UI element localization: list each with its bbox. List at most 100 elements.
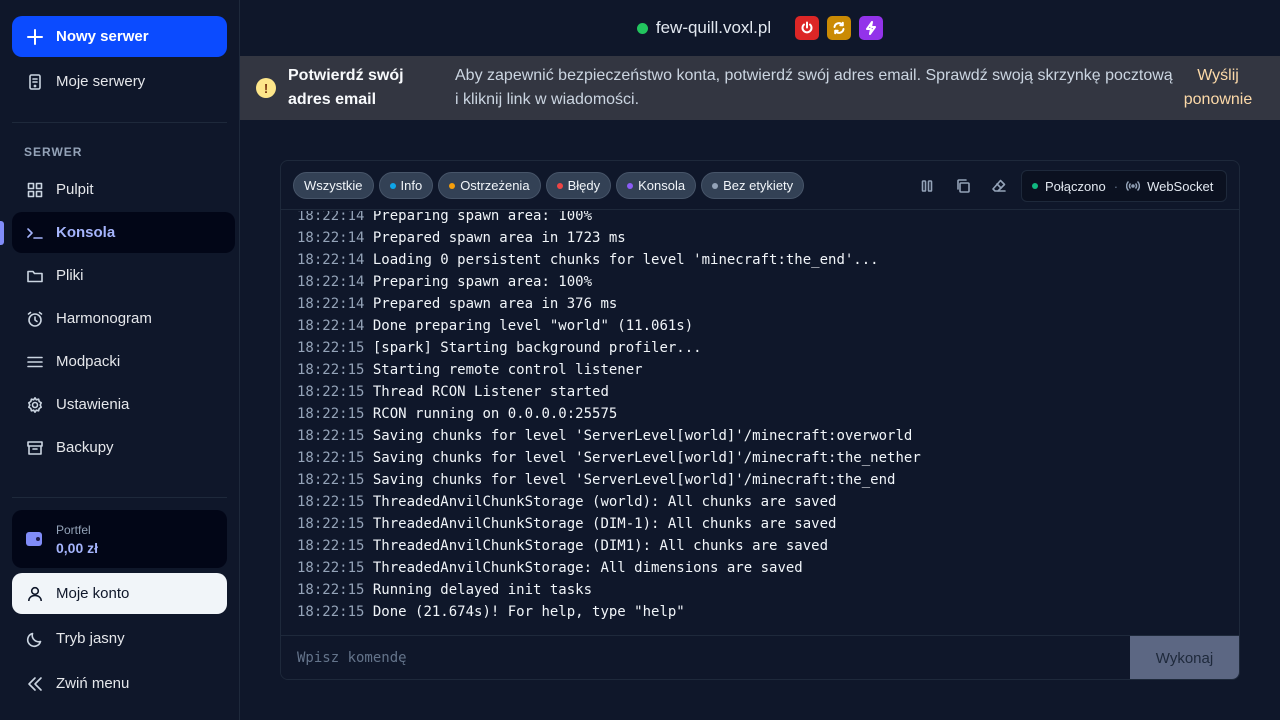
sidebar-item-ustawienia[interactable]: Ustawienia bbox=[12, 384, 235, 425]
log-timestamp: 18:22:15 bbox=[297, 384, 365, 400]
plus-icon bbox=[26, 28, 44, 46]
log-timestamp: 18:22:15 bbox=[297, 494, 365, 510]
sidebar-item-harmonogram[interactable]: Harmonogram bbox=[12, 298, 235, 339]
sidebar-item-label: Harmonogram bbox=[56, 310, 152, 327]
kill-button[interactable] bbox=[859, 16, 884, 40]
log-message: Thread RCON Listener started bbox=[372, 384, 609, 400]
log-line: 18:22:15 ThreadedAnvilChunkStorage: All … bbox=[297, 557, 921, 579]
terminal-icon bbox=[26, 224, 44, 242]
log-message: Done (21.674s)! For help, type "help" bbox=[372, 604, 685, 620]
connection-status: Połączono · WebSocket bbox=[1021, 170, 1227, 202]
log-message: Preparing spawn area: 100% bbox=[372, 211, 593, 224]
log-line: 18:22:15 ThreadedAnvilChunkStorage (worl… bbox=[297, 491, 921, 513]
log-timestamp: 18:22:15 bbox=[297, 362, 365, 378]
log-line: 18:22:15 Running delayed init tasks bbox=[297, 579, 921, 601]
archive-icon bbox=[26, 439, 44, 457]
log-message: Prepared spawn area in 376 ms bbox=[372, 296, 618, 312]
log-timestamp: 18:22:14 bbox=[297, 230, 365, 246]
sidebar-item-modpacki[interactable]: Modpacki bbox=[12, 341, 235, 382]
log-timestamp: 18:22:15 bbox=[297, 428, 365, 444]
sidebar-divider bbox=[12, 497, 227, 498]
log-line: 18:22:14 Loading 0 persistent chunks for… bbox=[297, 249, 921, 271]
log-line: 18:22:14 Done preparing level "world" (1… bbox=[297, 315, 921, 337]
power-button[interactable] bbox=[795, 16, 820, 40]
sidebar-item-backupy[interactable]: Backupy bbox=[12, 427, 235, 468]
copy-button[interactable] bbox=[953, 176, 973, 196]
my-servers-label: Moje serwery bbox=[56, 73, 146, 90]
my-servers-link[interactable]: Moje serwery bbox=[12, 61, 235, 102]
log-message: Prepared spawn area in 1723 ms bbox=[372, 230, 626, 246]
log-message: ThreadedAnvilChunkStorage (world): All c… bbox=[372, 494, 837, 510]
filter-label: Błędy bbox=[567, 178, 601, 193]
log-line: 18:22:15 RCON running on 0.0.0.0:25575 bbox=[297, 403, 921, 425]
list-icon bbox=[26, 353, 44, 371]
wallet-balance: 0,00 zł bbox=[56, 539, 99, 556]
sidebar-item-pulpit[interactable]: Pulpit bbox=[12, 169, 235, 210]
log-message: ThreadedAnvilChunkStorage (DIM-1): All c… bbox=[372, 516, 837, 532]
execute-button[interactable]: Wykonaj bbox=[1130, 636, 1239, 679]
log-timestamp: 18:22:15 bbox=[297, 340, 365, 356]
log-line: 18:22:15 Saving chunks for level 'Server… bbox=[297, 469, 921, 491]
refresh-icon bbox=[833, 21, 845, 35]
double-chevron-left-icon bbox=[26, 675, 44, 693]
email-verification-banner: ! Potwierdź swój adres email Aby zapewni… bbox=[240, 56, 1280, 120]
main-content: few-quill.voxl.pl ! Potwierdź swój adres… bbox=[240, 0, 1280, 720]
log-line: 18:22:15 ThreadedAnvilChunkStorage (DIM-… bbox=[297, 513, 921, 535]
filter-chip[interactable]: Wszystkie bbox=[293, 172, 374, 199]
sidebar-item-label: Pliki bbox=[56, 267, 84, 284]
filter-chip[interactable]: Błędy bbox=[545, 172, 612, 199]
log-line: 18:22:15 Saving chunks for level 'Server… bbox=[297, 447, 921, 469]
log-line: 18:22:14 Prepared spawn area in 376 ms bbox=[297, 293, 921, 315]
sidebar-item-label: Modpacki bbox=[56, 353, 121, 370]
section-label: SERWER bbox=[24, 145, 83, 159]
my-account-button[interactable]: Moje konto bbox=[12, 573, 227, 614]
sidebar-divider bbox=[12, 122, 227, 123]
console-log[interactable]: 18:22:14 Preparing spawn area: 100% 18:22… bbox=[281, 211, 1239, 635]
server-name: few-quill.voxl.pl bbox=[655, 18, 772, 37]
filter-label: Bez etykiety bbox=[723, 178, 794, 193]
restart-button[interactable] bbox=[827, 16, 852, 40]
log-message: Done preparing level "world" (11.061s) bbox=[372, 318, 694, 334]
log-message: RCON running on 0.0.0.0:25575 bbox=[372, 406, 618, 422]
pause-button[interactable] bbox=[917, 176, 937, 196]
warning-icon: ! bbox=[256, 78, 276, 98]
log-message: Saving chunks for level 'ServerLevel[wor… bbox=[372, 428, 913, 444]
broadcast-icon bbox=[1126, 180, 1141, 192]
theme-toggle-button[interactable]: Tryb jasny bbox=[12, 618, 235, 659]
collapse-menu-button[interactable]: Zwiń menu bbox=[12, 663, 235, 704]
log-message: Saving chunks for level 'ServerLevel[wor… bbox=[372, 450, 921, 466]
filter-dot bbox=[712, 182, 719, 189]
command-input[interactable] bbox=[281, 636, 1130, 679]
log-line: 18:22:15 [spark] Starting background pro… bbox=[297, 337, 921, 359]
filter-dot bbox=[627, 182, 634, 189]
sidebar-item-label: Pulpit bbox=[56, 181, 94, 198]
filter-chip[interactable]: Info bbox=[378, 172, 434, 199]
log-timestamp: 18:22:14 bbox=[297, 211, 365, 224]
log-message: [spark] Starting background profiler... bbox=[372, 340, 702, 356]
filter-chip[interactable]: Bez etykiety bbox=[701, 172, 805, 199]
wallet-title: Portfel bbox=[56, 522, 91, 537]
active-indicator bbox=[0, 221, 4, 245]
clear-button[interactable] bbox=[989, 176, 1009, 196]
filter-chip[interactable]: Konsola bbox=[616, 172, 697, 199]
sidebar-item-pliki[interactable]: Pliki bbox=[12, 255, 235, 296]
console-tools bbox=[917, 176, 1009, 196]
new-server-button[interactable]: Nowy serwer bbox=[12, 16, 227, 57]
log-timestamp: 18:22:15 bbox=[297, 406, 365, 422]
log-timestamp: 18:22:15 bbox=[297, 538, 365, 554]
pause-icon bbox=[921, 180, 933, 192]
command-bar: Wykonaj bbox=[281, 635, 1239, 679]
filter-label: Konsola bbox=[638, 178, 686, 193]
log-line: 18:22:14 Preparing spawn area: 100% bbox=[297, 211, 921, 227]
console-toolbar: Wszystkie Info Ostrzeżenia Błędy Konsola Bez … bbox=[281, 161, 1239, 210]
filter-chip[interactable]: Ostrzeżenia bbox=[438, 172, 541, 199]
sidebar-item-konsola[interactable]: Konsola bbox=[12, 212, 235, 253]
log-message: ThreadedAnvilChunkStorage: All dimension… bbox=[372, 560, 803, 576]
wallet-card[interactable]: Portfel 0,00 zł bbox=[12, 510, 227, 568]
console-log-lines: 18:22:14 Preparing spawn area: 100% 18:22… bbox=[297, 211, 921, 623]
theme-toggle-label: Tryb jasny bbox=[56, 630, 125, 647]
resend-email-button[interactable]: Wyślij ponownie bbox=[1170, 64, 1266, 112]
log-message: Starting remote control listener bbox=[372, 362, 643, 378]
log-timestamp: 18:22:15 bbox=[297, 604, 365, 620]
grid-icon bbox=[26, 181, 44, 199]
